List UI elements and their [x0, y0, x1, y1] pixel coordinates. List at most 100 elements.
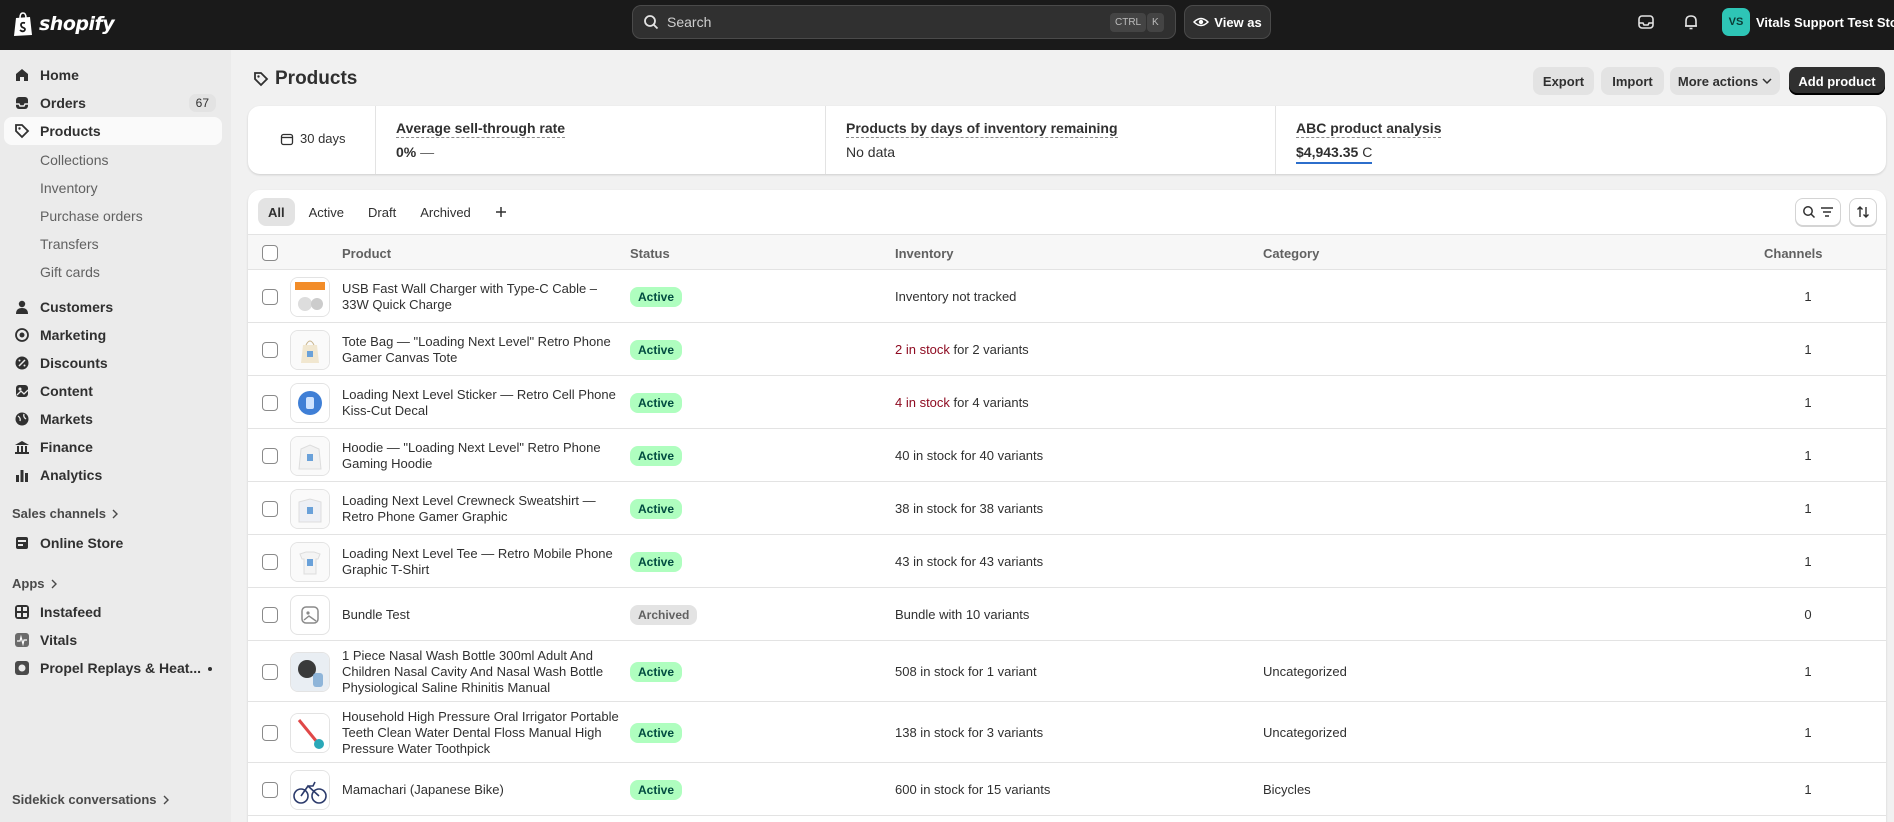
column-header-category[interactable]: Category	[1263, 246, 1319, 261]
product-thumbnail[interactable]	[290, 276, 330, 317]
sidebar-app-instafeed[interactable]: Instafeed	[4, 598, 222, 626]
sidebar-item-online-store[interactable]: Online Store	[4, 529, 222, 557]
row-checkbox[interactable]	[262, 553, 278, 570]
category-cell: Uncategorized	[1263, 663, 1347, 679]
inventory-stock: Bundle with 10 variants	[895, 606, 1030, 622]
sidebar-item-orders[interactable]: Orders 67	[4, 89, 222, 117]
table-row[interactable]: Household High Pressure Oral Irrigator P…	[248, 702, 1886, 763]
sidebar-item-discounts[interactable]: Discounts	[4, 349, 222, 377]
sidekick-conversations-link[interactable]: Sidekick conversations	[12, 792, 170, 807]
shopify-logo[interactable]: shopify	[12, 11, 115, 37]
table-row[interactable]: Loading Next Level Sticker — Retro Cell …	[248, 376, 1886, 429]
row-checkbox[interactable]	[262, 663, 278, 680]
add-product-button[interactable]: Add product	[1789, 67, 1885, 95]
row-checkbox[interactable]	[262, 724, 278, 741]
apps-header[interactable]: Apps	[12, 576, 58, 591]
sidebar-subitem-inventory[interactable]: Inventory	[40, 180, 98, 196]
column-header-channels[interactable]: Channels	[1764, 246, 1823, 261]
sidebar-subitem-transfers[interactable]: Transfers	[40, 236, 99, 252]
view-as-button[interactable]: View as	[1184, 5, 1271, 39]
more-actions-button[interactable]: More actions	[1670, 67, 1780, 95]
tab-draft[interactable]: Draft	[358, 198, 406, 226]
row-checkbox[interactable]	[262, 341, 278, 358]
product-thumbnail[interactable]	[290, 435, 330, 476]
category-cell: Uncategorized	[1263, 724, 1347, 740]
row-checkbox[interactable]	[262, 606, 278, 623]
table-row[interactable]: Tote Bag — "Loading Next Level" Retro Ph…	[248, 323, 1886, 376]
product-name[interactable]: Household High Pressure Oral Irrigator P…	[342, 709, 627, 757]
table-row[interactable]: Loading Next Level Tee — Retro Mobile Ph…	[248, 535, 1886, 588]
inbox-icon[interactable]	[1636, 12, 1656, 32]
add-view-button[interactable]	[485, 198, 517, 226]
sidebar-app-vitals[interactable]: Vitals	[4, 626, 222, 654]
status-badge: Active	[630, 498, 683, 519]
row-checkbox[interactable]	[262, 447, 278, 464]
product-name[interactable]: Mamachari (Japanese Bike)	[342, 782, 627, 798]
product-name[interactable]: Loading Next Level Crewneck Sweatshirt —…	[342, 493, 627, 525]
product-name[interactable]: Hoodie — "Loading Next Level" Retro Phon…	[342, 440, 627, 472]
column-header-status[interactable]: Status	[630, 246, 670, 261]
calendar-icon	[280, 133, 294, 145]
product-thumbnail[interactable]	[290, 769, 330, 810]
sidebar-item-analytics[interactable]: Analytics	[4, 461, 222, 489]
channels-cell: 1	[1804, 394, 1812, 410]
tab-active[interactable]: Active	[299, 198, 354, 226]
product-name[interactable]: Loading Next Level Sticker — Retro Cell …	[342, 387, 627, 419]
sidebar-subitem-purchase-orders[interactable]: Purchase orders	[40, 208, 143, 224]
sidebar-item-products[interactable]: Products	[4, 117, 222, 145]
product-thumbnail[interactable]	[290, 651, 330, 692]
sidebar-item-marketing[interactable]: Marketing	[4, 321, 222, 349]
date-range-button[interactable]: 30 days	[280, 131, 346, 146]
sidebar-subitem-gift-cards[interactable]: Gift cards	[40, 264, 100, 280]
product-thumbnail[interactable]	[290, 594, 330, 635]
product-name[interactable]: Tote Bag — "Loading Next Level" Retro Ph…	[342, 334, 627, 366]
sales-channels-header[interactable]: Sales channels	[12, 506, 119, 521]
sidebar-item-label: Content	[40, 383, 93, 399]
row-checkbox[interactable]	[262, 500, 278, 517]
inventory-stock: 138 in stock	[895, 724, 965, 740]
metric-sell-through[interactable]: Average sell-through rate 0% —	[375, 106, 825, 174]
row-checkbox[interactable]	[262, 394, 278, 411]
tab-all[interactable]: All	[258, 198, 295, 226]
select-all-checkbox[interactable]	[262, 245, 278, 261]
product-thumbnail[interactable]	[290, 712, 330, 753]
product-thumbnail[interactable]	[290, 329, 330, 370]
shortcut-k: K	[1147, 13, 1164, 32]
sidebar-item-content[interactable]: Content	[4, 377, 222, 405]
sidebar-item-customers[interactable]: Customers	[4, 293, 222, 321]
column-header-inventory[interactable]: Inventory	[895, 246, 954, 261]
metric-days-inventory[interactable]: Products by days of inventory remaining …	[825, 106, 1275, 174]
column-header-product[interactable]: Product	[342, 246, 391, 261]
store-menu[interactable]: VS Vitals Support Test Store	[1722, 8, 1894, 36]
channels-cell: 0	[1804, 606, 1812, 622]
table-row[interactable]: 1 Piece Nasal Wash Bottle 300ml Adult An…	[248, 641, 1886, 702]
row-checkbox[interactable]	[262, 288, 278, 305]
metric-abc-analysis[interactable]: ABC product analysis $4,943.35 C	[1275, 106, 1886, 174]
table-row[interactable]: Mamachari (Japanese Bike) Active 600 in …	[248, 763, 1886, 816]
sidebar-subitem-collections[interactable]: Collections	[40, 152, 108, 168]
export-button[interactable]: Export	[1533, 67, 1594, 95]
table-row[interactable]: Loading Next Level Crewneck Sweatshirt —…	[248, 482, 1886, 535]
product-name[interactable]: 1 Piece Nasal Wash Bottle 300ml Adult An…	[342, 648, 627, 696]
sidebar-app-propel[interactable]: Propel Replays & Heat...	[4, 654, 222, 682]
product-name[interactable]: Bundle Test	[342, 607, 627, 623]
product-name[interactable]: Loading Next Level Tee — Retro Mobile Ph…	[342, 546, 627, 578]
product-thumbnail[interactable]	[290, 488, 330, 529]
tab-archived[interactable]: Archived	[410, 198, 481, 226]
sidebar-item-finance[interactable]: Finance	[4, 433, 222, 461]
table-row[interactable]: USB Fast Wall Charger with Type-C Cable …	[248, 270, 1886, 323]
table-row[interactable]: Bundle Test Archived Bundle with 10 vari…	[248, 588, 1886, 641]
bell-icon[interactable]	[1681, 12, 1701, 32]
import-button[interactable]: Import	[1601, 67, 1664, 95]
product-thumbnail[interactable]	[290, 541, 330, 582]
table-row[interactable]: Hoodie — "Loading Next Level" Retro Phon…	[248, 429, 1886, 482]
search-input[interactable]: Search CTRL K	[632, 5, 1176, 39]
search-filter-button[interactable]	[1795, 198, 1841, 226]
product-thumbnail[interactable]	[290, 382, 330, 423]
row-checkbox[interactable]	[262, 781, 278, 798]
sidebar-item-home[interactable]: Home	[4, 61, 222, 89]
table-header: Product Status Inventory Category Channe…	[248, 234, 1886, 270]
sort-button[interactable]	[1849, 198, 1877, 226]
sidebar-item-markets[interactable]: Markets	[4, 405, 222, 433]
product-name[interactable]: USB Fast Wall Charger with Type-C Cable …	[342, 281, 627, 313]
